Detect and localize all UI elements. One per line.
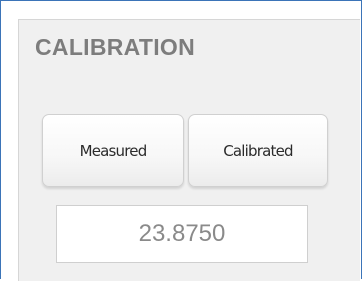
calibration-value-field[interactable]: 23.8750 (56, 205, 308, 263)
calibrated-button[interactable]: Calibrated (188, 114, 328, 187)
panel-title: CALIBRATION (35, 34, 196, 60)
measured-button[interactable]: Measured (42, 114, 184, 187)
